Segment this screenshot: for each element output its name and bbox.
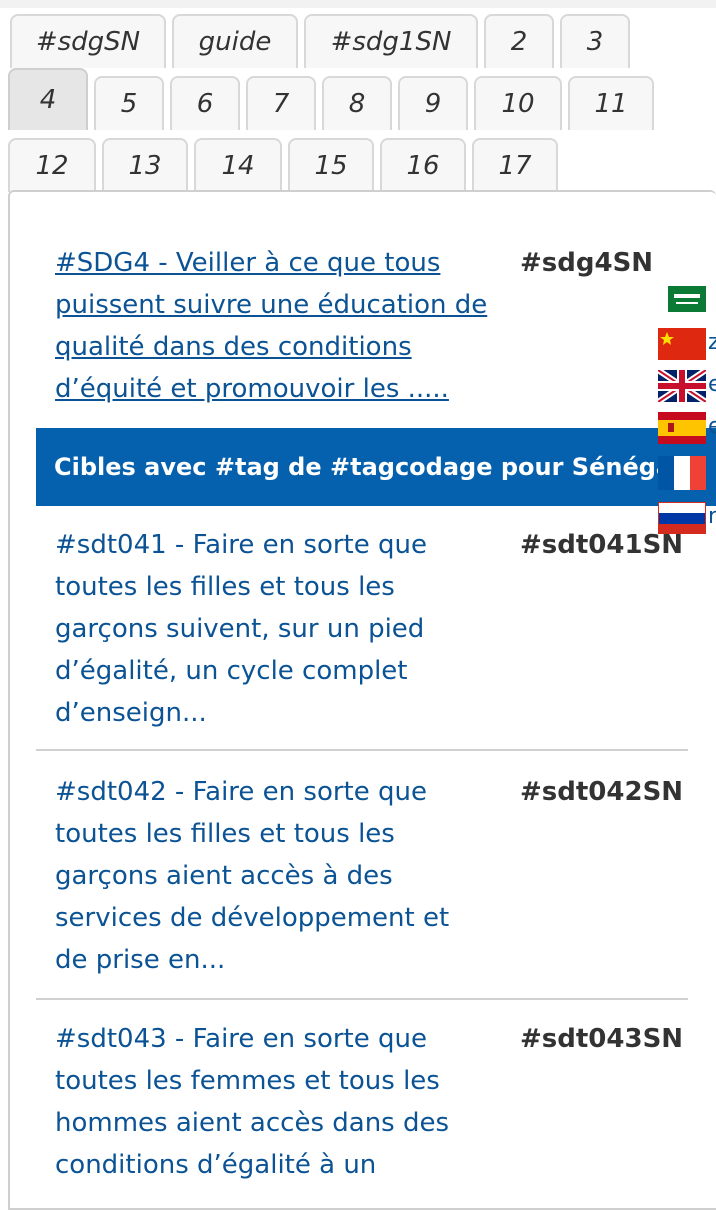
tab-12[interactable]: 12 — [8, 138, 96, 192]
section-header: Cibles avec #tag de #tagcodage pour Séné… — [36, 428, 716, 506]
tab-guide[interactable]: guide — [172, 14, 298, 68]
tab-6[interactable]: 6 — [170, 76, 240, 130]
tab-17[interactable]: 17 — [472, 138, 558, 192]
tab-3[interactable]: 3 — [560, 14, 630, 68]
target-code: #sdt043SN — [520, 1024, 684, 1054]
russian-flag-icon[interactable]: r — [658, 502, 716, 536]
tab-9[interactable]: 9 — [398, 76, 468, 130]
tab-sdg1sn[interactable]: #sdg1SN — [304, 14, 478, 68]
goal-tabs: #sdgSN guide #sdg1SN 2 3 4 5 6 7 8 9 10 … — [0, 0, 716, 200]
goal-link[interactable]: #SDG4 - Veiller à ce que tous puissent s… — [55, 242, 505, 410]
divider — [36, 998, 688, 1000]
tab-7[interactable]: 7 — [246, 76, 316, 130]
tab-5[interactable]: 5 — [94, 76, 164, 130]
tab-16[interactable]: 16 — [380, 138, 466, 192]
goal-tag: #sdg4SN — [520, 248, 654, 278]
target-link[interactable]: #sdt043 - Faire en sorte que toutes les … — [55, 1018, 485, 1186]
arabic-flag-icon[interactable]: a — [668, 286, 716, 320]
goal-panel: #SDG4 - Veiller à ce que tous puissent s… — [8, 190, 716, 1210]
tab-14[interactable]: 14 — [194, 138, 282, 192]
chinese-flag-icon[interactable]: z — [658, 328, 716, 362]
target-link[interactable]: #sdt041 - Faire en sorte que toutes les … — [55, 524, 485, 734]
russian-label: r — [708, 504, 716, 529]
tab-11[interactable]: 11 — [568, 76, 654, 130]
target-code: #sdt042SN — [520, 777, 684, 807]
tab-2[interactable]: 2 — [484, 14, 554, 68]
tab-15[interactable]: 15 — [288, 138, 374, 192]
tab-sdgsn[interactable]: #sdgSN — [10, 14, 166, 68]
french-flag-icon[interactable] — [658, 456, 716, 490]
target-link[interactable]: #sdt042 - Faire en sorte que toutes les … — [55, 771, 485, 981]
tab-8[interactable]: 8 — [322, 76, 392, 130]
chinese-label: z — [708, 330, 716, 355]
divider — [36, 749, 688, 751]
spanish-label: e — [708, 414, 716, 439]
english-flag-icon[interactable]: e — [658, 370, 716, 404]
tab-10[interactable]: 10 — [474, 76, 562, 130]
tab-13[interactable]: 13 — [102, 138, 188, 192]
tab-4-active[interactable]: 4 — [8, 68, 88, 130]
spanish-flag-icon[interactable]: e — [658, 412, 716, 446]
english-label: e — [708, 372, 716, 397]
